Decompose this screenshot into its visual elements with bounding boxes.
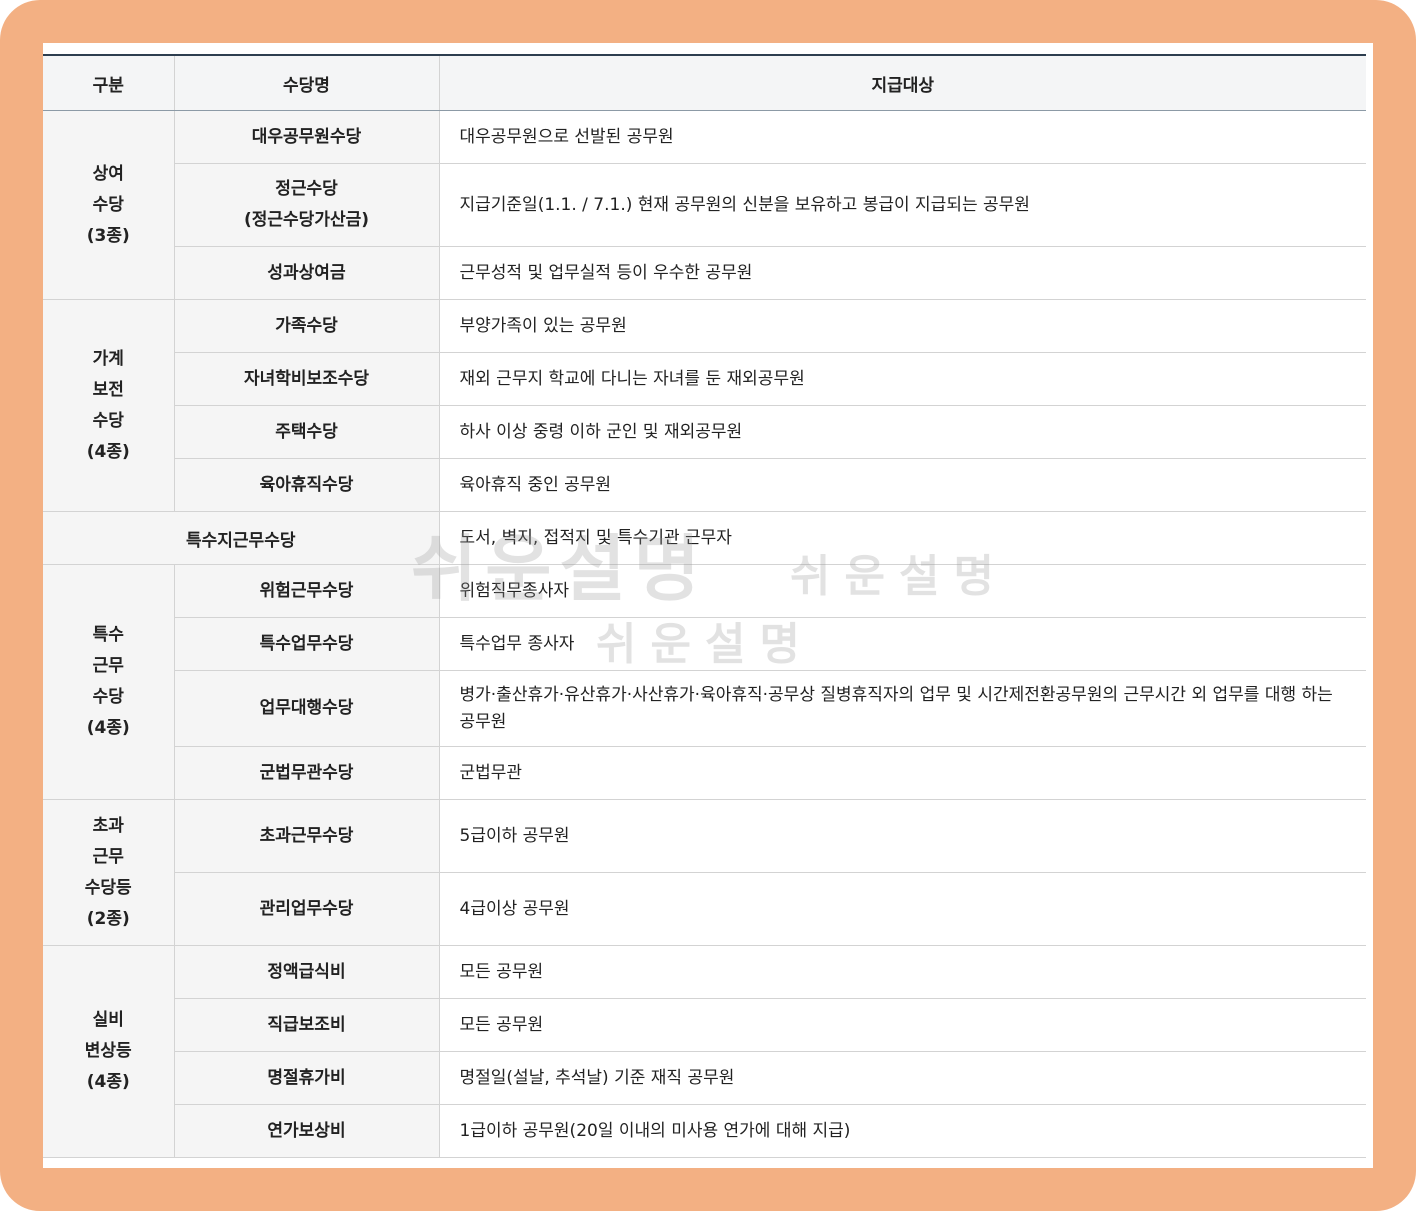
table-row: 명절휴가비 명절일(설날, 추석날) 기준 재직 공무원: [43, 1051, 1366, 1105]
table-row: 주택수당 하사 이상 중령 이하 군인 및 재외공무원: [43, 405, 1366, 459]
category-cell: 상여 수당 (3종): [43, 110, 175, 300]
payment-target: 특수업무 종사자: [439, 617, 1366, 671]
allowance-name: 성과상여금: [174, 246, 440, 300]
payment-target: 도서, 벽지, 접적지 및 특수기관 근무자: [439, 511, 1366, 565]
category-cell: 초과 근무 수당등 (2종): [43, 799, 175, 946]
table-row: 특수지근무수당 도서, 벽지, 접적지 및 특수기관 근무자: [43, 511, 1366, 565]
payment-target: 4급이상 공무원: [439, 872, 1366, 946]
payment-target: 하사 이상 중령 이하 군인 및 재외공무원: [439, 405, 1366, 459]
table-row: 초과 근무 수당등 (2종) 초과근무수당 5급이하 공무원: [43, 799, 1366, 946]
allowance-name: 육아휴직수당: [174, 458, 440, 512]
allowance-name: 정액급식비: [174, 945, 440, 999]
table-row: 자녀학비보조수당 재외 근무지 학교에 다니는 자녀를 둔 재외공무원: [43, 352, 1366, 406]
allowance-name: 초과근무수당: [174, 799, 440, 873]
payment-target: 모든 공무원: [439, 945, 1366, 999]
payment-target: 1급이하 공무원(20일 이내의 미사용 연가에 대해 지급): [439, 1104, 1366, 1158]
header-payment-target: 지급대상: [438, 54, 1366, 111]
table-row: 육아휴직수당 육아휴직 중인 공무원: [43, 458, 1366, 512]
allowance-name: 특수업무수당: [174, 617, 440, 671]
payment-target: 5급이하 공무원: [439, 799, 1366, 873]
payment-target: 위험직무종사자: [439, 564, 1366, 618]
table-row: 정근수당 (정근수당가산금) 지급기준일(1.1. / 7.1.) 현재 공무원의…: [43, 163, 1366, 247]
allowance-name: 연가보상비: [174, 1104, 440, 1158]
allowance-name: 대우공무원수당: [174, 110, 440, 164]
payment-target: 모든 공무원: [439, 998, 1366, 1052]
allowance-name: 업무대행수당: [174, 670, 440, 747]
table-row: 가계 보전 수당 (4종) 가족수당 부양가족이 있는 공무원: [43, 299, 1366, 512]
payment-target: 재외 근무지 학교에 다니는 자녀를 둔 재외공무원: [439, 352, 1366, 406]
table-row: 연가보상비 1급이하 공무원(20일 이내의 미사용 연가에 대해 지급): [43, 1104, 1366, 1158]
content-panel: 구분 수당명 지급대상 상여 수당 (3종) 대우공무원수당 대우공무원으로 선발된…: [43, 43, 1373, 1168]
payment-target: 대우공무원으로 선발된 공무원: [439, 110, 1366, 164]
allowance-name: 가족수당: [174, 299, 440, 353]
allowance-name: 직급보조비: [174, 998, 440, 1052]
payment-target: 군법무관: [439, 746, 1366, 800]
payment-target: 근무성적 및 업무실적 등이 우수한 공무원: [439, 246, 1366, 300]
category-cell: 실비 변상등 (4종): [43, 945, 175, 1158]
allowance-name: 자녀학비보조수당: [174, 352, 440, 406]
allowance-name: 군법무관수당: [174, 746, 440, 800]
payment-target: 명절일(설날, 추석날) 기준 재직 공무원: [439, 1051, 1366, 1105]
outer-frame: 구분 수당명 지급대상 상여 수당 (3종) 대우공무원수당 대우공무원으로 선발된…: [0, 0, 1416, 1211]
table-row: 특수 근무 수당 (4종) 위험근무수당 위험직무종사자: [43, 564, 1366, 800]
table-row: 성과상여금 근무성적 및 업무실적 등이 우수한 공무원: [43, 246, 1366, 300]
payment-target: 부양가족이 있는 공무원: [439, 299, 1366, 353]
allowance-table: 구분 수당명 지급대상 상여 수당 (3종) 대우공무원수당 대우공무원으로 선발된…: [43, 54, 1366, 1158]
header-allowance-name: 수당명: [173, 54, 439, 111]
payment-target: 지급기준일(1.1. / 7.1.) 현재 공무원의 신분을 보유하고 봉급이 …: [439, 163, 1366, 247]
category-cell: 특수 근무 수당 (4종): [43, 564, 175, 800]
table-header-row: 구분 수당명 지급대상: [43, 54, 1366, 111]
header-category: 구분: [43, 54, 174, 111]
allowance-name: 주택수당: [174, 405, 440, 459]
table-row: 군법무관수당 군법무관: [43, 746, 1366, 800]
category-cell: 가계 보전 수당 (4종): [43, 299, 175, 512]
allowance-name: 위험근무수당: [174, 564, 440, 618]
table-row: 관리업무수당 4급이상 공무원: [43, 872, 1366, 946]
table-row: 실비 변상등 (4종) 정액급식비 모든 공무원: [43, 945, 1366, 1158]
payment-target: 병가·출산휴가·유산휴가·사산휴가·육아휴직·공무상 질병휴직자의 업무 및 시…: [439, 670, 1366, 747]
table-row: 업무대행수당 병가·출산휴가·유산휴가·사산휴가·육아휴직·공무상 질병휴직자의…: [43, 670, 1366, 747]
allowance-name: 관리업무수당: [174, 872, 440, 946]
allowance-name-merged: 특수지근무수당: [43, 511, 440, 565]
payment-target: 육아휴직 중인 공무원: [439, 458, 1366, 512]
allowance-name: 명절휴가비: [174, 1051, 440, 1105]
table-row: 특수업무수당 특수업무 종사자: [43, 617, 1366, 671]
allowance-name: 정근수당 (정근수당가산금): [174, 163, 440, 247]
table-row: 직급보조비 모든 공무원: [43, 998, 1366, 1052]
table-row: 상여 수당 (3종) 대우공무원수당 대우공무원으로 선발된 공무원: [43, 110, 1366, 300]
